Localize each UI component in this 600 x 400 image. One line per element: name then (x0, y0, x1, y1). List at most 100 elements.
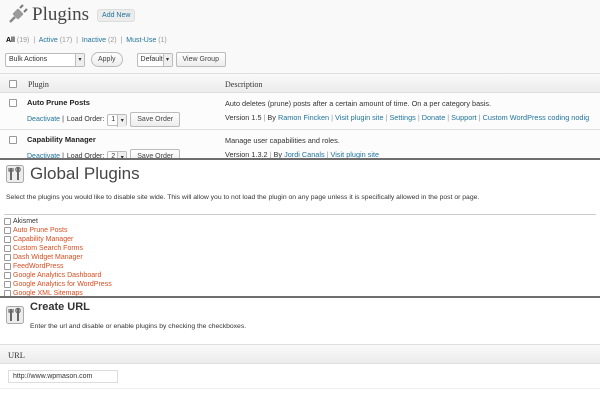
plugin-row-checkbox[interactable] (9, 99, 17, 107)
settings-link[interactable]: Settings (389, 113, 415, 122)
visit-plugin-site-link[interactable]: Visit plugin site (335, 113, 384, 122)
select-all-checkbox[interactable] (9, 80, 17, 88)
support-link[interactable]: Support (451, 113, 477, 122)
deactivate-link[interactable]: Deactivate (27, 153, 60, 158)
plugin-version: Version 1.3.2 (225, 150, 268, 159)
custom-coding-link[interactable]: Custom WordPress coding nodig (483, 113, 590, 122)
bulk-toolbar: Bulk Actions ▾ Apply Default ▾ View Grou… (5, 52, 226, 67)
plugin-version: Version 1.5 (225, 113, 262, 122)
filter-active-count: (17) (59, 37, 73, 44)
plugin-actions: Deactivate | Load Order: 2 ▾ Save Order (27, 149, 181, 160)
load-order-label: Load Order: (66, 153, 105, 160)
plugin-label: Dash Widget Manager (13, 254, 83, 261)
plugin-status-filters: All (19) | Active (17) | Inactive (2) | … (6, 37, 167, 44)
list-item[interactable]: Google Analytics for WordPress (4, 280, 596, 289)
url-column-label: URL (8, 350, 25, 360)
list-item[interactable]: FeedWordPress (4, 262, 596, 271)
global-plugins-header: Global Plugins (6, 163, 140, 185)
plugin-checkbox[interactable] (4, 236, 11, 243)
list-item[interactable]: Custom Search Forms (4, 244, 596, 253)
plugin-label: Google XML Sitemaps (13, 290, 83, 297)
load-order-value: 1 (111, 116, 116, 123)
default-group-value: Default (140, 56, 163, 63)
plugin-checkbox[interactable] (4, 218, 11, 225)
plugin-checkbox[interactable] (4, 245, 11, 252)
load-order-select[interactable]: 1 ▾ (107, 113, 128, 127)
select-arrow-icon: ▾ (75, 53, 84, 66)
divider (0, 388, 600, 389)
plugin-author-link[interactable]: Ramon Fincken (278, 113, 329, 122)
plugin-plug-icon (9, 4, 28, 23)
section-title: Create URL (30, 301, 90, 313)
plugin-checkbox[interactable] (4, 227, 11, 234)
plugin-description: Manage user capabilities and roles. (225, 136, 340, 145)
select-arrow-icon: ▾ (162, 53, 172, 66)
plugin-name: Capability Manager (27, 135, 96, 144)
view-group-button[interactable]: View Group (175, 52, 226, 67)
plugin-checkbox[interactable] (4, 272, 11, 279)
save-order-button[interactable]: Save Order (130, 112, 181, 127)
plugin-checkbox[interactable] (4, 290, 11, 296)
deactivate-link[interactable]: Deactivate (27, 116, 60, 123)
select-arrow-icon: ▾ (117, 114, 127, 127)
list-item[interactable]: Google XML Sitemaps (4, 289, 596, 297)
list-item[interactable]: Google Analytics Dashboard (4, 271, 596, 280)
plugin-meta: Version 1.3.2 | By Jordi Canals | Visit plug… (225, 150, 380, 159)
plugin-meta: Version 1.5 | By Ramon Fincken | Visit plugi… (225, 113, 590, 122)
bulk-actions-select[interactable]: Bulk Actions ▾ (5, 52, 85, 67)
load-order-label: Load Order: (66, 116, 105, 123)
plugin-label: Google Analytics for WordPress (13, 281, 112, 288)
plugins-panel: Plugins Add New All (19) | Active (17) |… (0, 0, 600, 160)
load-order-value: 2 (111, 153, 116, 160)
column-plugin: Plugin (28, 80, 49, 89)
list-item[interactable]: Auto Prune Posts (4, 226, 596, 235)
plugin-author-link[interactable]: Jordi Canals (284, 150, 325, 158)
url-input[interactable] (8, 370, 118, 383)
plugin-label: FeedWordPress (13, 263, 64, 270)
list-item[interactable]: Akismet (4, 217, 596, 226)
save-order-button[interactable]: Save Order (130, 149, 181, 158)
plugin-actions: Deactivate | Load Order: 1 ▾ Save Order (27, 112, 181, 127)
plugin-label: Akismet (13, 218, 38, 225)
plugin-checkbox[interactable] (4, 281, 11, 288)
plugin-by: By (273, 150, 283, 159)
select-arrow-icon: ▾ (117, 151, 127, 158)
plugin-label: Custom Search Forms (13, 245, 84, 252)
global-plugins-panel: Global Plugins Select the plugins you wo… (0, 160, 600, 298)
column-description: Description (225, 80, 263, 89)
plugin-checkbox[interactable] (4, 254, 11, 261)
filter-inactive[interactable]: Inactive (82, 37, 106, 44)
filter-active[interactable]: Active (39, 37, 58, 44)
filter-inactive-count: (2) (107, 37, 117, 44)
plugin-label: Auto Prune Posts (13, 227, 68, 234)
section-intro: Select the plugins you would like to dis… (6, 194, 480, 201)
plugins-header: Plugins Add New (6, 4, 136, 26)
section-intro: Enter the url and disable or enable plug… (30, 323, 247, 330)
create-url-panel: Create URL Enter the url and disable or … (0, 298, 600, 400)
apply-button[interactable]: Apply (91, 52, 123, 67)
plugin-row: Auto Prune Posts Deactivate | Load Order… (0, 93, 600, 130)
plugin-description: Auto deletes (prune) posts after a certa… (225, 99, 492, 108)
list-item[interactable]: Capability Manager (4, 235, 596, 244)
plugin-row-checkbox[interactable] (9, 136, 17, 144)
tools-icon (6, 165, 24, 183)
url-table-header: URL (0, 344, 600, 364)
plugin-checkbox[interactable] (4, 263, 11, 270)
plugin-label: Google Analytics Dashboard (13, 272, 102, 279)
visit-plugin-site-link[interactable]: Visit plugin site (331, 150, 380, 158)
filter-all-count: (19) (16, 37, 30, 44)
filter-must-use-count: (1) (158, 37, 167, 44)
plugin-row: Capability Manager Deactivate | Load Ord… (0, 130, 600, 160)
plugin-label: Capability Manager (13, 236, 74, 243)
bulk-actions-value: Bulk Actions (9, 56, 48, 63)
section-title: Global Plugins (30, 164, 140, 183)
list-item[interactable]: Dash Widget Manager (4, 253, 596, 262)
plugins-table-header: Plugin Description (0, 73, 600, 93)
load-order-select[interactable]: 2 ▾ (107, 150, 128, 160)
donate-link[interactable]: Donate (422, 113, 446, 122)
filter-all[interactable]: All (6, 37, 15, 44)
tools-icon (6, 306, 24, 324)
filter-must-use[interactable]: Must-Use (126, 37, 156, 44)
add-new-button[interactable]: Add New (97, 8, 136, 22)
default-group-select[interactable]: Default ▾ (136, 52, 173, 67)
